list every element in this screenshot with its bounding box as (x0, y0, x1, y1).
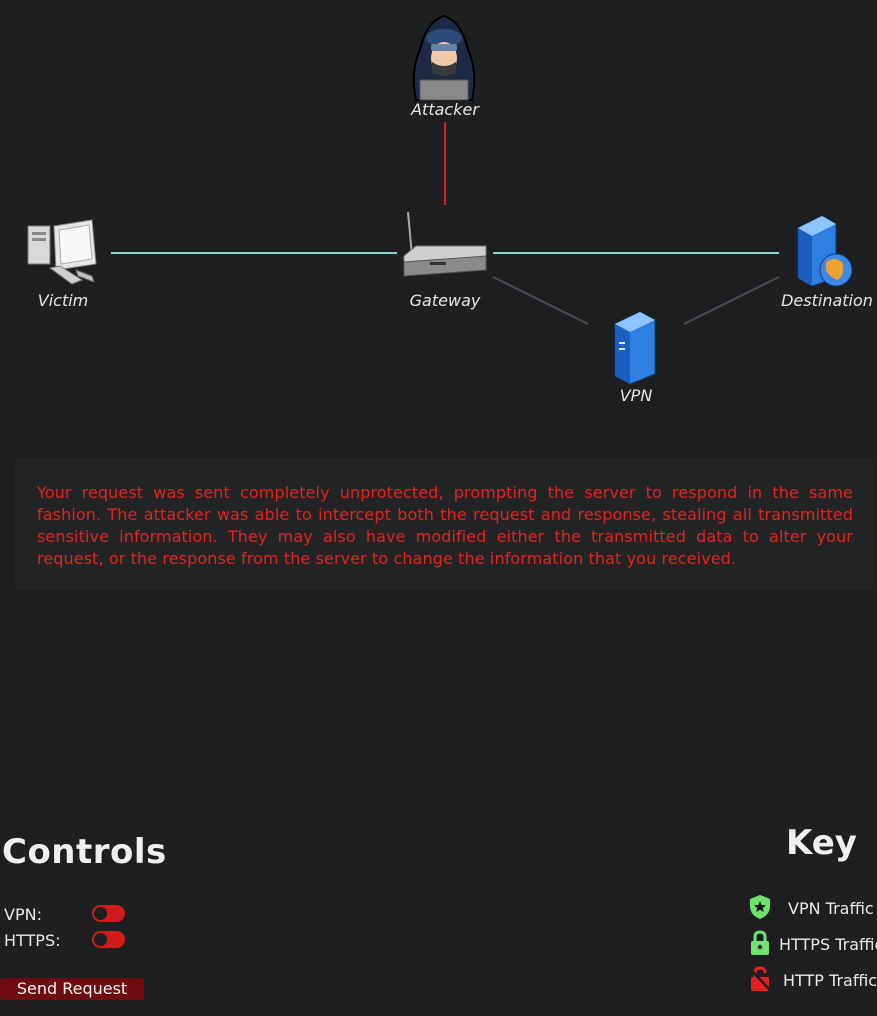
shield-star-icon (750, 895, 770, 919)
victim-label: Victim (37, 291, 89, 310)
result-message: Your request was sent completely unprote… (15, 458, 875, 590)
gateway-label: Gateway (409, 291, 481, 310)
vpn-toggle-label: VPN: (4, 905, 42, 924)
https-toggle-knob (94, 933, 107, 946)
lock-icon (751, 930, 769, 955)
diagram-links (27, 14, 853, 385)
vpn-server-icon (614, 311, 656, 385)
https-toggle[interactable] (92, 931, 125, 948)
link-gateway-vpn (492, 276, 589, 325)
result-message-text: Your request was sent completely unprote… (37, 483, 853, 568)
unlocked-icon (750, 966, 772, 992)
vpn-toggle[interactable] (92, 905, 125, 922)
network-diagram: Attacker Victim Gateway Destination VPN (0, 0, 877, 440)
key-label-vpn: VPN Traffic (788, 899, 874, 918)
destination-label: Destination (781, 291, 873, 310)
attacker-label: Attacker (411, 100, 479, 119)
gateway-router-icon (403, 211, 487, 277)
destination-server-icon (797, 215, 853, 287)
victim-computer-icon (27, 219, 97, 285)
send-request-button[interactable]: Send Request (0, 978, 144, 1000)
link-vpn-destination (683, 276, 780, 325)
key-label-http: HTTP Traffic (783, 971, 877, 990)
vpn-label: VPN (619, 386, 653, 405)
key-label-https: HTTPS Traffic (779, 935, 877, 954)
controls-title: Controls (2, 832, 167, 872)
https-toggle-label: HTTPS: (4, 931, 61, 950)
vpn-toggle-knob (94, 907, 107, 920)
attacker-icon (412, 14, 476, 101)
key-title: Key (786, 823, 857, 863)
